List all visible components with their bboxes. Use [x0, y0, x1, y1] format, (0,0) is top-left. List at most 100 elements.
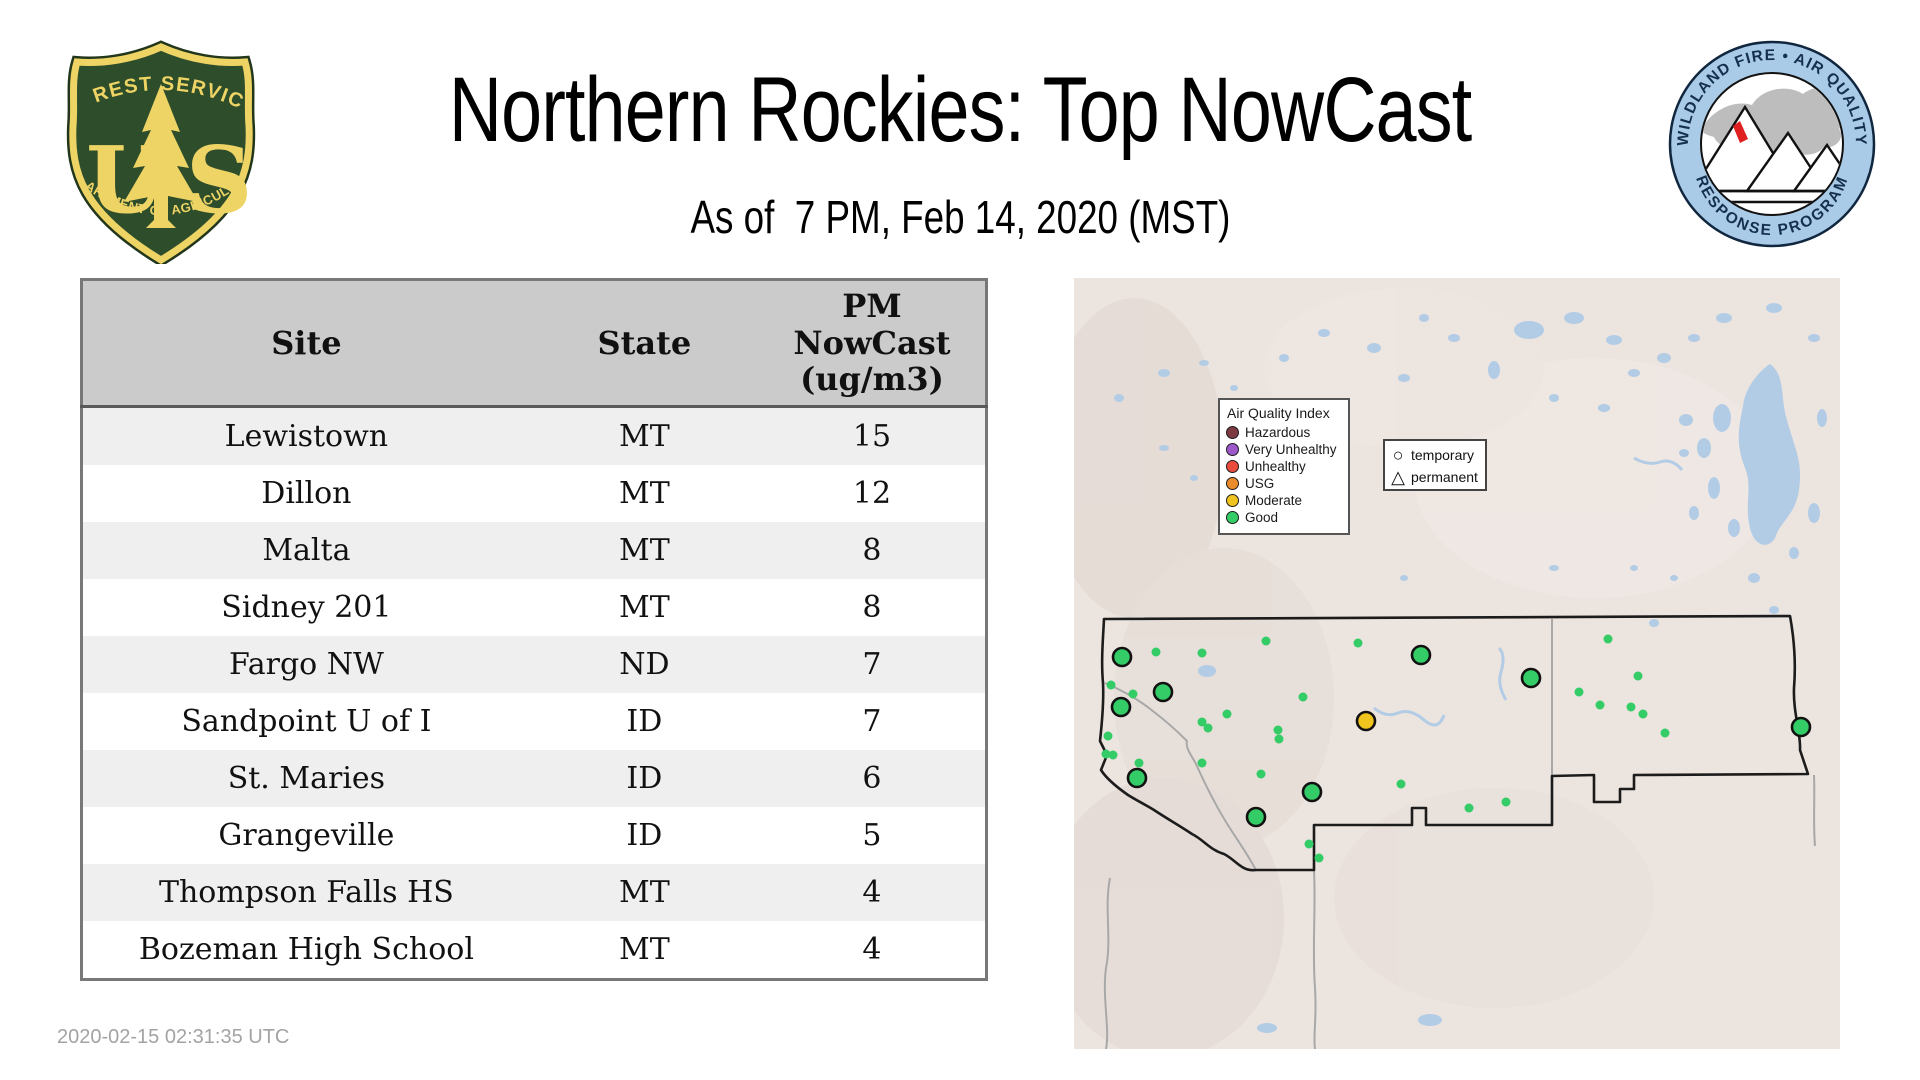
value-cell: 4: [862, 875, 882, 910]
aqi-swatch-icon: [1226, 460, 1239, 473]
site-cell: Sidney 201: [221, 590, 392, 625]
page-title-text: Northern Rockies: Top NowCast: [448, 59, 1472, 161]
site-cell: St. Maries: [227, 761, 386, 796]
permanent-monitor-dot: [1574, 687, 1584, 697]
permanent-monitor-dot: [1353, 638, 1363, 648]
value-cell: 7: [862, 704, 882, 739]
permanent-monitor-dot: [1633, 671, 1643, 681]
permanent-monitor-dot: [1103, 731, 1113, 741]
permanent-monitor-dot: [1106, 680, 1116, 690]
temporary-circle-icon: ○: [1392, 445, 1404, 465]
marker-type-legend: ○ temporary △ permanent: [1383, 439, 1487, 491]
aqi-legend-items: Hazardous Very Unhealthy Unhealthy USG Moder…: [1226, 425, 1343, 525]
state-cell: ID: [626, 704, 663, 739]
basemap-svg: [1074, 278, 1840, 1049]
page-subtitle-text: As of 7 PM, Feb 14, 2020 (MST): [690, 191, 1230, 243]
permanent-monitor-dot: [1197, 758, 1207, 768]
table-row: Thompson Falls HS MT 4: [81, 864, 987, 921]
aqi-legend-item: Very Unhealthy: [1226, 442, 1343, 457]
permanent-triangle-icon: △: [1391, 467, 1405, 487]
value-cell: 12: [852, 476, 892, 511]
aqi-legend-label: Good: [1245, 510, 1279, 525]
aqi-swatch-icon: [1226, 511, 1239, 524]
nowcast-table-container: Site State PM NowCast (ug/m3) Lewistown M…: [80, 278, 988, 981]
permanent-monitor-dot: [1304, 839, 1314, 849]
report-page: FOREST SERVICE U S DEPARTMENT OF AGRICUL…: [0, 0, 1920, 1080]
aqi-legend-title: Air Quality Index: [1227, 405, 1330, 421]
site-cell: Fargo NW: [228, 647, 384, 682]
site-cell: Sandpoint U of I: [181, 704, 432, 739]
wfaqrp-logo-svg: WILDLAND FIRE • AIR QUALITY RESPONSE PRO…: [1668, 40, 1876, 248]
aqi-legend-item: USG: [1226, 476, 1343, 491]
state-cell: MT: [618, 875, 670, 910]
temporary-monitor-good: [1410, 644, 1432, 666]
state-cell: ND: [619, 647, 670, 682]
site-cell: Dillon: [261, 476, 352, 511]
state-cell: MT: [618, 932, 670, 967]
table-row: Malta MT 8: [81, 522, 987, 579]
permanent-monitor-dot: [1274, 734, 1284, 744]
temporary-monitor-good: [1520, 667, 1542, 689]
permanent-monitor-dot: [1298, 692, 1308, 702]
aqi-legend: Air Quality Index Hazardous Very Unhealth…: [1218, 398, 1350, 535]
marker-key-permanent: △ permanent: [1391, 467, 1478, 487]
value-cell: 7: [862, 647, 882, 682]
permanent-monitor-dot: [1273, 725, 1283, 735]
marker-key-temporary: ○ temporary: [1390, 444, 1480, 466]
state-cell: ID: [626, 818, 663, 853]
value-cell: 8: [862, 533, 882, 568]
state-cell: MT: [618, 533, 670, 568]
permanent-monitor-dot: [1314, 853, 1324, 863]
table-header-row: Site State PM NowCast (ug/m3): [81, 279, 987, 408]
site-cell: Lewistown: [224, 419, 389, 454]
aqi-swatch-icon: [1226, 426, 1239, 439]
nowcast-table: Site State PM NowCast (ug/m3) Lewistown M…: [80, 278, 988, 981]
value-cell: 5: [862, 818, 882, 853]
column-header-site: Site: [81, 279, 530, 408]
table-row: Sidney 201 MT 8: [81, 579, 987, 636]
permanent-monitor-dot: [1396, 779, 1406, 789]
table-row: Sandpoint U of I ID 7: [81, 693, 987, 750]
generated-timestamp: 2020-02-15 02:31:35 UTC: [57, 1026, 290, 1048]
permanent-monitor-dot: [1501, 797, 1511, 807]
temporary-monitor-good: [1111, 646, 1133, 668]
permanent-monitor-dot: [1256, 769, 1266, 779]
permanent-monitor-dot: [1222, 709, 1232, 719]
page-subtitle: As of 7 PM, Feb 14, 2020 (MST): [0, 190, 1920, 244]
state-cell: MT: [618, 476, 670, 511]
value-cell: 8: [862, 590, 882, 625]
aqi-legend-item: Unhealthy: [1226, 459, 1343, 474]
table-row: Dillon MT 12: [81, 465, 987, 522]
temporary-monitor-good: [1790, 716, 1812, 738]
site-cell: Malta: [262, 533, 351, 568]
temporary-monitor-good: [1126, 767, 1148, 789]
state-cell: ID: [626, 761, 663, 796]
table-row: Bozeman High School MT 4: [81, 921, 987, 980]
temporary-monitor-good: [1301, 781, 1323, 803]
permanent-monitor-dot: [1128, 689, 1138, 699]
table-row: Fargo NW ND 7: [81, 636, 987, 693]
temporary-monitor-good: [1245, 806, 1267, 828]
state-cell: MT: [618, 590, 670, 625]
value-cell: 4: [862, 932, 882, 967]
aqi-legend-label: Unhealthy: [1245, 459, 1306, 474]
permanent-monitor-dot: [1603, 634, 1613, 644]
temporary-monitor-good: [1152, 681, 1174, 703]
permanent-monitor-dot: [1464, 803, 1474, 813]
temporary-monitor-moderate: [1355, 710, 1377, 732]
permanent-monitor-dot: [1626, 702, 1636, 712]
site-cell: Bozeman High School: [138, 932, 474, 967]
aqi-legend-item: Moderate: [1226, 493, 1343, 508]
aqi-swatch-icon: [1226, 477, 1239, 490]
aqi-legend-label: Very Unhealthy: [1245, 442, 1337, 457]
permanent-monitor-dot: [1638, 709, 1648, 719]
page-title: Northern Rockies: Top NowCast: [0, 58, 1920, 163]
value-cell: 6: [862, 761, 882, 796]
column-header-pm-nowcast: PM NowCast (ug/m3): [758, 279, 987, 408]
aqi-legend-item: Good: [1226, 510, 1343, 525]
column-header-state: State: [529, 279, 759, 408]
table-row: St. Maries ID 6: [81, 750, 987, 807]
permanent-monitor-dot: [1595, 700, 1605, 710]
permanent-monitor-dot: [1197, 648, 1207, 658]
aqi-swatch-icon: [1226, 443, 1239, 456]
